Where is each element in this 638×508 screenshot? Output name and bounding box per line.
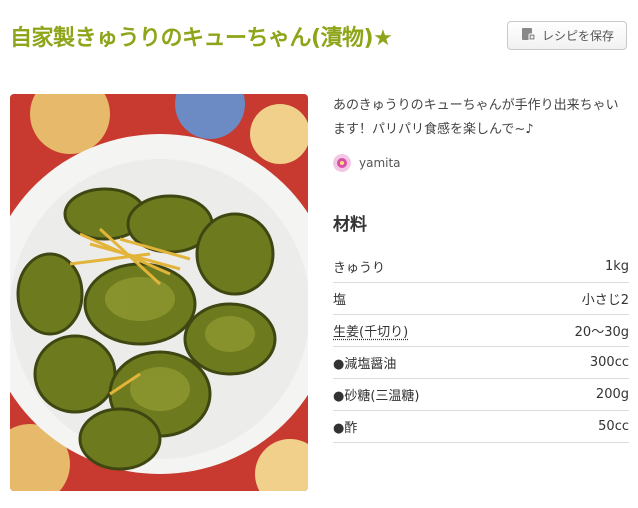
author-link[interactable]: yamita [333, 154, 401, 172]
ingredient-name: ●酢 [333, 421, 358, 436]
ingredient-row: 塩 小さじ2 [333, 283, 629, 315]
ingredients-list: きゅうり 1kg 塩 小さじ2 生姜(千切り) 20～30g ●減塩醤油 300… [333, 251, 629, 443]
recipe-title: 自家製きゅうりのキューちゃん(漬物)★ [10, 26, 393, 51]
ingredient-amount: 50cc [598, 419, 629, 434]
bookmark-save-icon [520, 26, 536, 45]
ingredient-row: 生姜(千切り) 20～30g [333, 315, 629, 347]
ingredient-row: ●砂糖(三温糖) 200g [333, 379, 629, 411]
ingredient-name: きゅうり [333, 261, 386, 276]
ingredient-name: 塩 [333, 293, 347, 308]
ingredient-row: きゅうり 1kg [333, 251, 629, 283]
ingredient-name: ●減塩醤油 [333, 357, 397, 372]
ingredient-amount: 1kg [604, 259, 629, 274]
ingredient-row: ●酢 50cc [333, 411, 629, 443]
ingredient-link[interactable]: 生姜(千切り) [333, 321, 408, 340]
ingredients-title: 材料 [333, 215, 367, 235]
save-recipe-button[interactable]: レシピを保存 [507, 21, 627, 50]
ingredient-amount: 小さじ2 [581, 293, 629, 308]
save-recipe-label: レシピを保存 [541, 29, 614, 43]
ingredient-row: ●減塩醤油 300cc [333, 347, 629, 379]
ingredient-amount: 200g [595, 387, 629, 402]
ingredient-amount: 20～30g [574, 325, 629, 340]
recipe-photo[interactable] [10, 94, 308, 491]
author-name: yamita [359, 156, 401, 170]
author-avatar [333, 154, 351, 172]
ingredient-amount: 300cc [589, 355, 629, 370]
recipe-description: あのきゅうりのキューちゃんが手作り出来ちゃいます！パリパリ食感を楽しんで~♪ [333, 98, 619, 137]
ingredient-name: ●砂糖(三温糖) [333, 389, 420, 404]
